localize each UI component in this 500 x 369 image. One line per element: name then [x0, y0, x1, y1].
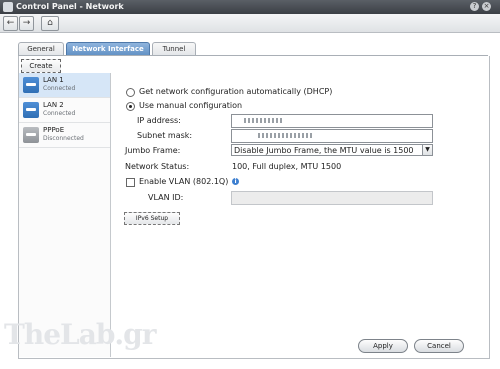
interface-list: LAN 1 Connected LAN 2 Connected PPPoE Di… [19, 73, 111, 357]
manual-config-label: Use manual configuration [139, 101, 243, 110]
home-icon[interactable]: ⌂ [41, 16, 59, 31]
control-panel-icon [3, 2, 13, 12]
jumbo-frame-label: Jumbo Frame: [125, 146, 181, 155]
enable-vlan-checkbox[interactable] [126, 178, 135, 187]
subnet-mask-label: Subnet mask: [137, 131, 193, 140]
ip-address-field[interactable] [231, 114, 433, 128]
manual-config-radio[interactable] [126, 102, 135, 111]
ipv6-setup-button[interactable]: IPv6 Setup [124, 212, 180, 225]
interface-status: Disconnected [43, 135, 84, 142]
jumbo-frame-value: Disable Jumbo Frame, the MTU value is 15… [234, 146, 414, 155]
watermark: TheLab.gr [4, 318, 156, 351]
jumbo-frame-select[interactable]: Disable Jumbo Frame, the MTU value is 15… [231, 144, 433, 156]
enable-vlan-label: Enable VLAN (802.1Q) [139, 177, 229, 186]
window-title: Control Panel - Network [16, 2, 124, 11]
ip-address-label: IP address: [137, 116, 181, 125]
masked-value [258, 133, 314, 138]
apply-button[interactable]: Apply [358, 339, 408, 353]
network-port-icon [23, 102, 39, 118]
masked-value [244, 118, 284, 123]
interface-item-lan2[interactable]: LAN 2 Connected [19, 98, 110, 123]
cancel-button[interactable]: Cancel [414, 339, 464, 353]
help-icon[interactable]: ? [470, 2, 479, 11]
info-icon[interactable]: i [232, 178, 239, 185]
interface-status: Connected [43, 85, 76, 92]
subnet-mask-field[interactable] [231, 129, 433, 143]
network-status-label: Network Status: [125, 162, 190, 171]
interface-name: LAN 2 [43, 101, 64, 109]
interface-name: LAN 1 [43, 76, 64, 84]
toolbar: ← → ⌂ [0, 14, 500, 33]
interface-status: Connected [43, 110, 76, 117]
window-titlebar: Control Panel - Network ? × [0, 0, 500, 14]
network-port-icon [23, 77, 39, 93]
forward-arrow-icon[interactable]: → [19, 16, 34, 31]
chevron-down-icon: ▼ [422, 145, 432, 155]
network-status-value: 100, Full duplex, MTU 1500 [232, 162, 342, 171]
create-button[interactable]: Create [21, 59, 61, 73]
dhcp-radio[interactable] [126, 88, 135, 97]
tab-tunnel[interactable]: Tunnel [152, 42, 196, 56]
vlan-id-field[interactable] [231, 191, 433, 205]
dhcp-label: Get network configuration automatically … [139, 87, 333, 96]
interface-item-pppoe[interactable]: PPPoE Disconnected [19, 123, 110, 148]
close-icon[interactable]: × [482, 2, 491, 11]
back-arrow-icon[interactable]: ← [3, 16, 18, 31]
vlan-id-label: VLAN ID: [148, 193, 184, 202]
tab-general[interactable]: General [18, 42, 64, 56]
interface-item-lan1[interactable]: LAN 1 Connected [19, 73, 110, 98]
tab-network-interface[interactable]: Network Interface [66, 42, 150, 56]
pppoe-icon [23, 127, 39, 143]
interface-name: PPPoE [43, 126, 65, 134]
